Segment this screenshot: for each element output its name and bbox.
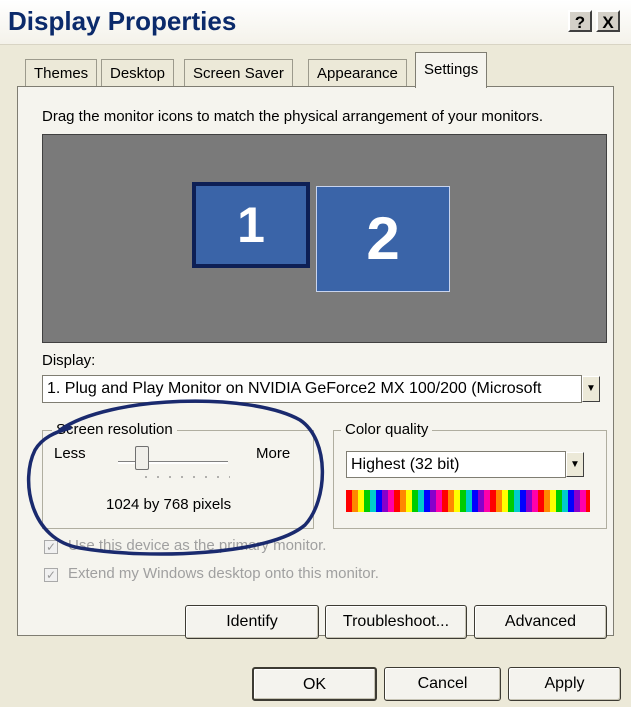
color-quality-value: Highest (32 bit) (351, 456, 460, 473)
help-button[interactable]: ? (568, 10, 592, 32)
display-select-value: 1. Plug and Play Monitor on NVIDIA GeFor… (47, 380, 542, 397)
color-quality-select[interactable]: Highest (32 bit) (346, 451, 566, 478)
tab-screen-saver[interactable]: Screen Saver (184, 59, 293, 86)
screen-resolution-label: Screen resolution (52, 421, 177, 438)
title-bar[interactable]: Display Properties ? X (0, 0, 631, 45)
color-quality-group (333, 430, 607, 529)
tab-themes[interactable]: Themes (25, 59, 98, 86)
slider-ticks (140, 475, 230, 479)
tab-desktop[interactable]: Desktop (101, 59, 175, 86)
cancel-button[interactable]: Cancel (384, 667, 501, 701)
close-button[interactable]: X (596, 10, 620, 32)
ok-button[interactable]: OK (252, 667, 377, 701)
primary-monitor-checkbox[interactable]: ✓ (44, 540, 58, 554)
tab-appearance[interactable]: Appearance (308, 59, 407, 86)
monitor-2-icon[interactable]: 2 (316, 186, 450, 292)
display-dropdown-arrow[interactable]: ▼ (582, 376, 600, 402)
chevron-down-icon: ▼ (570, 459, 580, 470)
less-label: Less (54, 445, 86, 462)
apply-button[interactable]: Apply (508, 667, 621, 701)
display-select[interactable]: 1. Plug and Play Monitor on NVIDIA GeFor… (42, 375, 582, 403)
troubleshoot-button[interactable]: Troubleshoot... (325, 605, 467, 639)
identify-button[interactable]: Identify (185, 605, 319, 639)
tab-settings[interactable]: Settings (415, 52, 488, 88)
more-label: More (256, 445, 291, 462)
monitor-1-icon[interactable]: 1 (192, 182, 310, 268)
resolution-slider-thumb[interactable] (135, 446, 149, 470)
extend-desktop-label: Extend my Windows desktop onto this moni… (68, 565, 379, 582)
extend-desktop-checkbox[interactable]: ✓ (44, 568, 58, 582)
chevron-down-icon: ▼ (586, 383, 596, 394)
color-quality-label: Color quality (341, 421, 433, 438)
color-quality-dropdown-arrow[interactable]: ▼ (566, 452, 584, 477)
advanced-button[interactable]: Advanced (474, 605, 607, 639)
primary-monitor-label: Use this device as the primary monitor. (68, 537, 327, 554)
window-title: Display Properties (8, 6, 237, 36)
color-spectrum-bar (346, 490, 590, 512)
resolution-value: 1024 by 768 pixels (106, 496, 232, 513)
instructions-text: Drag the monitor icons to match the phys… (42, 108, 544, 125)
display-label: Display: (42, 352, 96, 369)
